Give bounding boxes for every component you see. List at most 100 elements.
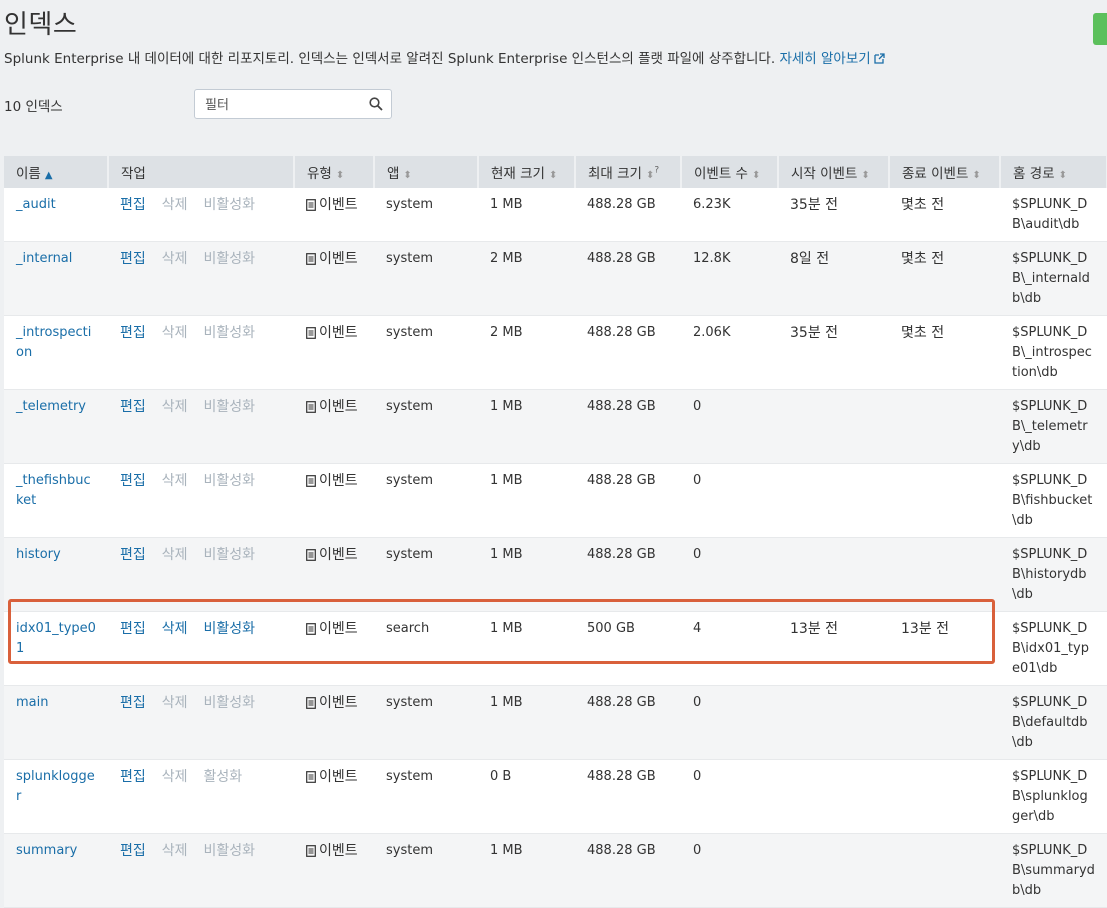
sort-icon[interactable]: ⬍ — [403, 170, 411, 181]
col-event-count[interactable]: 이벤트 수 ⬍ — [681, 156, 779, 188]
col-current-size[interactable]: 현재 크기 ⬍ — [478, 156, 576, 188]
document-icon — [306, 401, 316, 413]
page-title: 인덱스 — [4, 10, 78, 40]
toggle-link: 비활성화 — [203, 197, 256, 213]
table-row: _thefishbucket 편집 삭제 비활성화 이벤트 system 1 MB 488.2… — [4, 463, 1107, 538]
edit-link[interactable]: 편집 — [120, 251, 146, 267]
max-size-cell: 488.28 GB — [587, 473, 656, 488]
col-earliest-event[interactable]: 시작 이벤트 ⬍ — [778, 156, 890, 188]
search-icon[interactable] — [369, 97, 383, 111]
event-count-cell: 0 — [693, 695, 702, 710]
home-path-cell: $SPLUNK_DB\_telemetry\db — [1012, 399, 1088, 454]
type-label: 이벤트 — [319, 251, 358, 267]
col-home-path[interactable]: 홈 경로 ⬍ — [1000, 156, 1107, 188]
sort-icon[interactable]: ⬍ — [336, 170, 344, 181]
type-label: 이벤트 — [319, 547, 358, 563]
col-label: 종료 이벤트 — [902, 166, 969, 182]
edit-link[interactable]: 편집 — [120, 197, 146, 213]
col-name[interactable]: 이름 ▲ — [4, 156, 109, 188]
col-app[interactable]: 앱 ⬍ — [374, 156, 479, 188]
current-size-cell: 0 B — [490, 769, 512, 784]
sort-asc-icon[interactable]: ▲ — [45, 170, 53, 181]
toggle-link: 비활성화 — [203, 843, 256, 859]
max-size-cell: 488.28 GB — [587, 197, 656, 212]
document-icon — [306, 327, 316, 339]
event-count-cell: 0 — [693, 769, 702, 784]
event-count-cell: 0 — [693, 843, 702, 858]
col-label: 유형 — [307, 166, 332, 182]
type-label: 이벤트 — [319, 695, 358, 711]
type-label: 이벤트 — [319, 769, 358, 785]
edit-link[interactable]: 편집 — [120, 843, 146, 859]
current-size-cell: 1 MB — [490, 621, 523, 636]
app-cell: system — [386, 325, 433, 340]
index-name-link[interactable]: _introspection — [16, 325, 91, 360]
table-row: summary 편집 삭제 비활성화 이벤트 system 1 MB 488.28 GB 0 $S… — [4, 833, 1107, 908]
current-size-cell: 1 MB — [490, 399, 523, 414]
index-name-link[interactable]: _thefishbucket — [16, 473, 91, 508]
filter-box[interactable] — [194, 89, 392, 119]
latest-event-cell: 몇초 전 — [901, 251, 945, 267]
event-count-cell: 12.8K — [693, 251, 731, 266]
earliest-event-cell: 13분 전 — [790, 621, 839, 637]
max-size-cell: 488.28 GB — [587, 695, 656, 710]
delete-link: 삭제 — [161, 473, 188, 489]
sort-icon[interactable]: ⬍ — [549, 170, 557, 181]
edit-link[interactable]: 편집 — [120, 695, 146, 711]
type-label: 이벤트 — [319, 473, 358, 489]
filter-input[interactable] — [203, 95, 367, 115]
toggle-link: 활성화 — [203, 769, 243, 785]
index-name-link[interactable]: history — [16, 547, 61, 562]
max-size-cell: 488.28 GB — [587, 547, 656, 562]
edit-link[interactable]: 편집 — [120, 621, 146, 637]
app-cell: system — [386, 197, 433, 212]
edit-link[interactable]: 편집 — [120, 325, 146, 341]
app-cell: system — [386, 695, 433, 710]
event-count-cell: 0 — [693, 399, 702, 414]
index-name-link[interactable]: _internal — [16, 251, 72, 266]
current-size-cell: 2 MB — [490, 325, 523, 340]
sort-icon[interactable]: ⬍ — [752, 170, 760, 181]
table-row: idx01_type01 편집 삭제 비활성화 이벤트 search 1 MB 500 GB 4… — [4, 611, 1107, 686]
col-label: 이벤트 수 — [694, 166, 748, 182]
col-type[interactable]: 유형 ⬍ — [294, 156, 375, 188]
edit-link[interactable]: 편집 — [120, 547, 146, 563]
index-name-link[interactable]: _telemetry — [16, 399, 86, 414]
learn-more-link[interactable]: 자세히 알아보기 — [779, 51, 885, 67]
col-max-size[interactable]: 최대 크기 ⬍? — [575, 156, 682, 188]
help-icon[interactable]: ? — [654, 166, 659, 176]
home-path-cell: $SPLUNK_DB\fishbucket\db — [1012, 473, 1093, 528]
description-text: Splunk Enterprise 내 데이터에 대한 리포지토리. 인덱스는 … — [4, 51, 776, 67]
edit-link[interactable]: 편집 — [120, 399, 146, 415]
current-size-cell: 1 MB — [490, 547, 523, 562]
home-path-cell: $SPLUNK_DB\audit\db — [1012, 197, 1088, 232]
new-index-button[interactable] — [1093, 13, 1107, 45]
delete-link[interactable]: 삭제 — [162, 621, 188, 637]
index-name-link[interactable]: idx01_type01 — [16, 621, 96, 656]
index-count: 10 인덱스 — [4, 99, 63, 115]
max-size-cell: 488.28 GB — [587, 325, 656, 340]
toggle-link: 비활성화 — [203, 325, 256, 341]
index-name-link[interactable]: _audit — [16, 197, 56, 212]
index-name-link[interactable]: splunklogger — [16, 769, 95, 804]
index-name-link[interactable]: summary — [16, 843, 77, 858]
toggle-link[interactable]: 비활성화 — [204, 621, 256, 637]
sort-icon[interactable]: ⬍ — [861, 170, 869, 181]
learn-more-label: 자세히 알아보기 — [779, 51, 871, 67]
table-row: _telemetry 편집 삭제 비활성화 이벤트 system 1 MB 488.28 GB… — [4, 389, 1107, 464]
col-latest-event[interactable]: 종료 이벤트 ⬍ — [889, 156, 1001, 188]
table-row: main 편집 삭제 비활성화 이벤트 system 1 MB 488.28 GB 0 $SPLU… — [4, 685, 1107, 760]
edit-link[interactable]: 편집 — [120, 769, 146, 785]
delete-link: 삭제 — [161, 695, 188, 711]
delete-link: 삭제 — [161, 325, 188, 341]
max-size-cell: 500 GB — [587, 621, 635, 636]
col-label: 현재 크기 — [491, 166, 545, 182]
sort-icon[interactable]: ⬍ — [972, 170, 980, 181]
index-name-link[interactable]: main — [16, 695, 48, 710]
sort-icon[interactable]: ⬍ — [1059, 170, 1067, 181]
table-row: history 편집 삭제 비활성화 이벤트 system 1 MB 488.28 GB 0 $S… — [4, 537, 1107, 612]
edit-link[interactable]: 편집 — [120, 473, 146, 489]
event-count-cell: 2.06K — [693, 325, 731, 340]
latest-event-cell: 몇초 전 — [901, 325, 945, 341]
document-icon — [306, 549, 316, 561]
